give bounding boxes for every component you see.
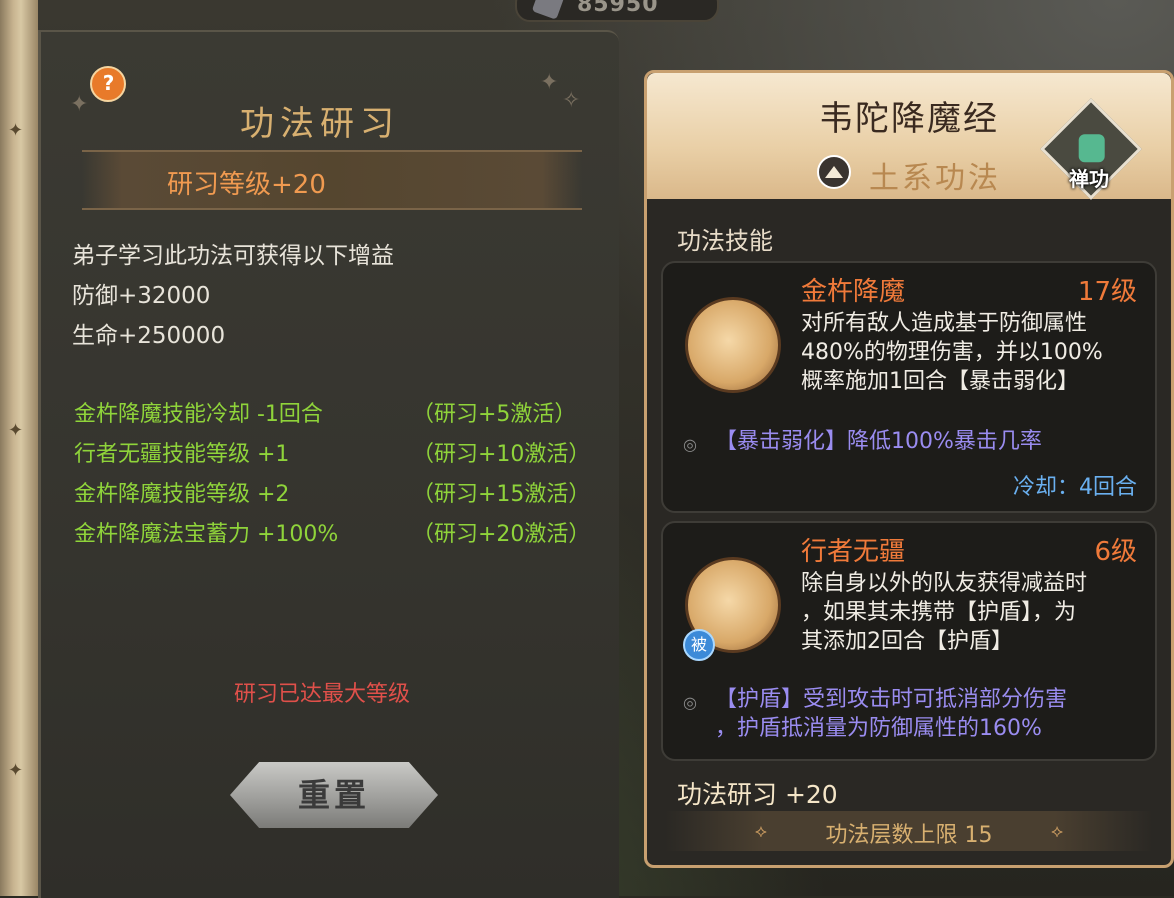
skill-effect: 【暴击弱化】降低100%暴击几率	[715, 429, 1042, 454]
page-title: 功法研习	[240, 104, 400, 144]
currency-value: 85950	[577, 0, 659, 17]
ornament-icon: ✦	[8, 420, 24, 441]
bonus-requirement: （研习+10激活）	[412, 442, 591, 467]
ornament-icon: ✦	[8, 760, 24, 781]
ornament-icon: ✦	[8, 120, 24, 141]
element-label: 土系功法	[869, 161, 1001, 196]
max-level-notice: 研习已达最大等级	[234, 682, 411, 707]
stat-defense: 防御+32000	[72, 283, 211, 309]
research-level-banner: 研习等级+20	[82, 150, 582, 210]
bonus-effect: 金杵降魔技能等级 +2	[74, 482, 290, 507]
research-bonus-label: 功法研习 +20	[677, 780, 838, 809]
layer-limit-bar: ⟡ 功法层数上限 15 ⟡	[665, 811, 1153, 851]
type-badge-label: 禅功	[1069, 167, 1109, 191]
scroll-rod: ✦ ✦ ✦	[0, 0, 38, 896]
sparkle-icon: ✦	[70, 92, 89, 117]
skill-effect: 【护盾】受到攻击时可抵消部分伤害 ，护盾抵消量为防御属性的160%	[715, 687, 1068, 741]
bonus-effect: 行者无疆技能等级 +1	[74, 442, 290, 467]
stat-hp: 生命+250000	[72, 323, 226, 349]
research-level-label: 研习等级+20	[167, 170, 326, 200]
skill-cooldown: 冷却：4回合	[1013, 475, 1137, 500]
skill-description: 除自身以外的队友获得减益时 ，如果其未携带【护盾】，为 其添加2回合【护盾】	[801, 571, 1088, 654]
technique-header: 韦陀降魔经 土系功法 禅功	[647, 73, 1171, 200]
sparkle-icon: ✦	[540, 70, 559, 95]
skill-name: 金杵降魔	[801, 277, 906, 307]
sparkle-icon: ✧	[562, 88, 581, 113]
pestle-skill-icon	[685, 297, 781, 393]
currency-icon	[531, 0, 565, 20]
skill-level: 6级	[1094, 537, 1137, 567]
bonus-requirement: （研习+5激活）	[412, 402, 577, 427]
skills-header: 功法技能	[677, 227, 773, 255]
bonus-effect: 金杵降魔法宝蓄力 +100%	[74, 522, 339, 547]
swirl-icon: ◎	[683, 693, 697, 712]
swirl-icon: ◎	[683, 435, 697, 454]
intro-text: 弟子学习此功法可获得以下增益	[72, 243, 394, 269]
skill-level: 17级	[1077, 277, 1137, 307]
passive-tag: 被	[683, 629, 715, 661]
bonus-effect: 金杵降魔技能冷却 -1回合	[74, 402, 323, 427]
layer-limit-label: 功法层数上限 15	[825, 823, 993, 848]
currency-bar: 85950	[515, 0, 719, 22]
skill-description: 对所有敌人造成基于防御属性 480%的物理伤害，并以100% 概率施加1回合【暴…	[801, 311, 1103, 394]
skill-name: 行者无疆	[801, 537, 906, 567]
skill-card[interactable]: 金杵降魔 17级 对所有敌人造成基于防御属性 480%的物理伤害，并以100% …	[661, 261, 1157, 513]
earth-element-icon	[817, 155, 851, 189]
bonus-requirement: （研习+20激活）	[412, 522, 591, 547]
skill-card[interactable]: 被 行者无疆 6级 除自身以外的队友获得减益时 ，如果其未携带【护盾】，为 其添…	[661, 521, 1157, 761]
ornament-icon: ⟡	[1051, 821, 1063, 842]
bonus-requirement: （研习+15激活）	[412, 482, 591, 507]
fist-icon	[1078, 134, 1105, 163]
technique-panel: 韦陀降魔经 土系功法 禅功 功法技能 金杵降魔 17级 对所有敌人造成基于防御属…	[644, 70, 1174, 868]
reset-button[interactable]: 重置	[230, 762, 438, 828]
